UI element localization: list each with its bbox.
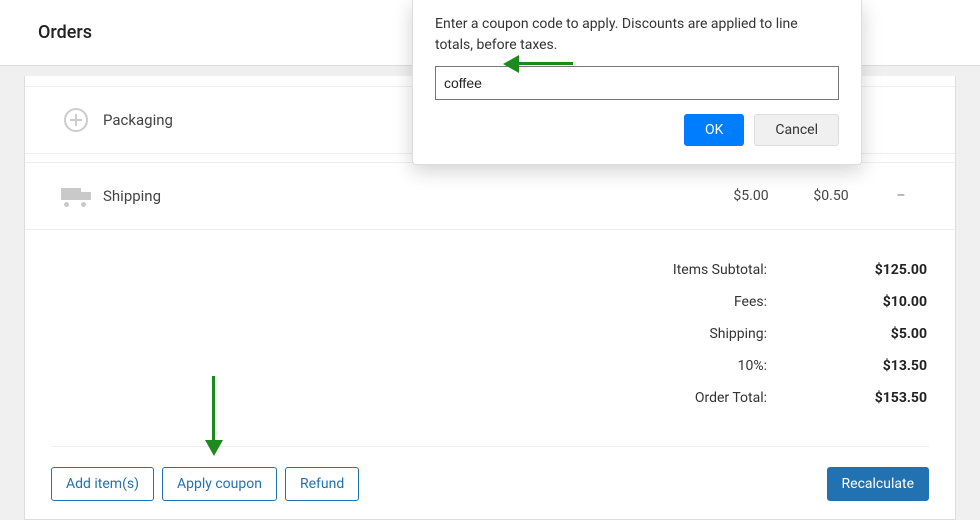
totals-row-subtotal: Items Subtotal: $125.00 bbox=[447, 254, 927, 286]
line-item-shipping: Shipping $5.00 $0.50 – bbox=[25, 162, 955, 230]
refund-button[interactable]: Refund bbox=[285, 467, 359, 501]
plus-icon bbox=[64, 108, 88, 132]
modal-button-row: OK Cancel bbox=[435, 114, 839, 146]
annotation-arrow-left-icon bbox=[503, 55, 573, 73]
tax-value: $13.50 bbox=[837, 358, 927, 374]
tax-label: 10%: bbox=[738, 358, 767, 374]
shipping-dash: – bbox=[871, 188, 931, 204]
page-title: Orders bbox=[38, 22, 92, 43]
totals-row-fees: Fees: $10.00 bbox=[447, 286, 927, 318]
fees-label: Fees: bbox=[734, 294, 767, 310]
order-total-label: Order Total: bbox=[695, 390, 767, 406]
coupon-prompt: Enter a coupon code to apply. Discounts … bbox=[435, 14, 839, 56]
order-totals: Items Subtotal: $125.00 Fees: $10.00 Shi… bbox=[447, 254, 927, 414]
shipping-tax: $0.50 bbox=[791, 188, 871, 204]
order-total-value: $153.50 bbox=[837, 390, 927, 406]
totals-row-tax: 10%: $13.50 bbox=[447, 350, 927, 382]
coupon-input[interactable] bbox=[435, 66, 839, 100]
shipping-total-label: Shipping: bbox=[709, 326, 767, 342]
totals-row-shipping: Shipping: $5.00 bbox=[447, 318, 927, 350]
add-items-button[interactable]: Add item(s) bbox=[51, 467, 154, 501]
coupon-modal: Enter a coupon code to apply. Discounts … bbox=[412, 0, 862, 165]
fees-value: $10.00 bbox=[837, 294, 927, 310]
subtotal-value: $125.00 bbox=[837, 262, 927, 278]
shipping-total-value: $5.00 bbox=[837, 326, 927, 342]
shipping-icon-col bbox=[49, 188, 103, 204]
shipping-label: Shipping bbox=[103, 187, 711, 205]
apply-coupon-button[interactable]: Apply coupon bbox=[162, 467, 277, 501]
subtotal-label: Items Subtotal: bbox=[673, 262, 767, 278]
recalculate-button[interactable]: Recalculate bbox=[827, 467, 929, 501]
add-packaging-icon[interactable] bbox=[49, 108, 103, 132]
totals-row-order-total: Order Total: $153.50 bbox=[447, 382, 927, 414]
annotation-arrow-down-icon bbox=[205, 376, 223, 456]
actions-row: Add item(s) Apply coupon Refund Recalcul… bbox=[51, 446, 929, 501]
cancel-button[interactable]: Cancel bbox=[754, 114, 839, 146]
shipping-amount: $5.00 bbox=[711, 188, 791, 204]
truck-icon bbox=[61, 188, 91, 204]
ok-button[interactable]: OK bbox=[684, 114, 744, 146]
